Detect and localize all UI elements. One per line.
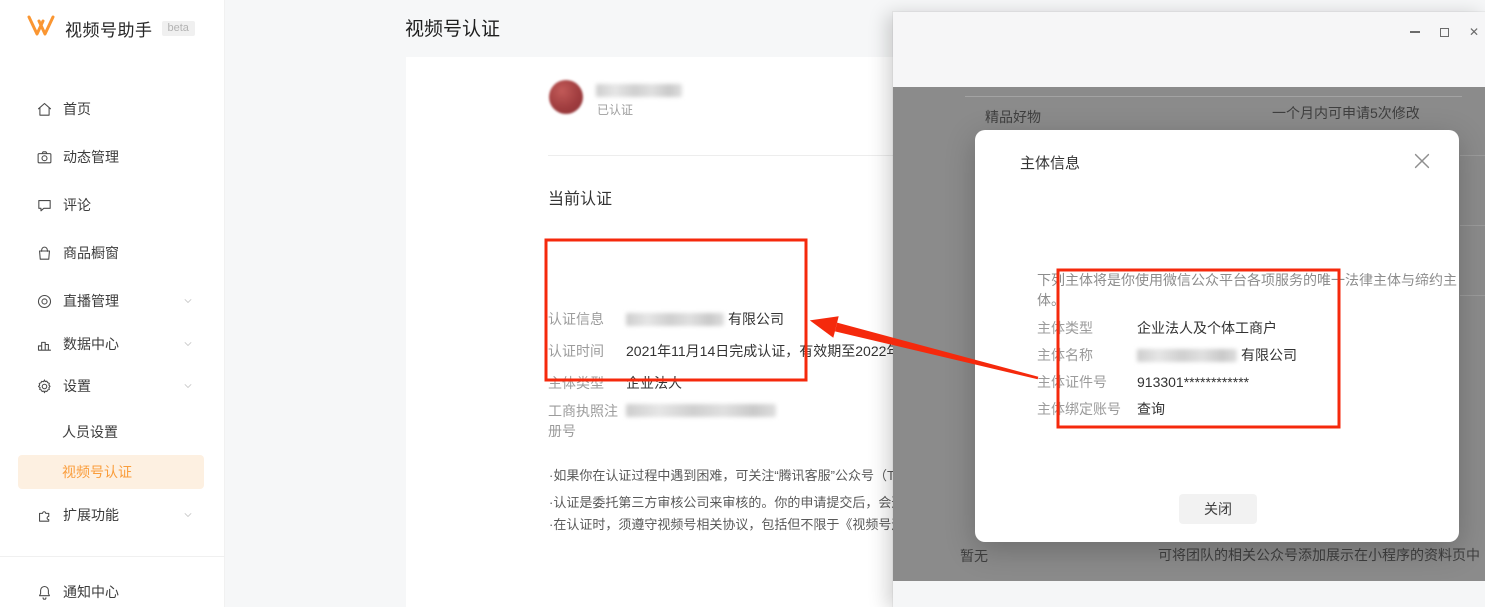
sidebar: 视频号助手 beta 首页 动态管理 评论 商品橱窗 直播管理 数据中心 设置 … [0, 0, 225, 607]
cert-info-row: 认证信息 有限公司 [548, 309, 626, 329]
close-icon[interactable] [1411, 150, 1433, 172]
field-label: 主体证件号 [1037, 372, 1137, 392]
sidebar-item-label: 动态管理 [63, 147, 119, 167]
sidebar-item-label: 扩展功能 [63, 505, 119, 525]
field-label: 主体绑定账号 [1037, 399, 1137, 419]
window-maximize-icon[interactable] [1440, 28, 1449, 37]
dialog-title: 主体信息 [1020, 152, 1080, 173]
bell-icon [36, 584, 53, 601]
sidebar-subitem-label: 人员设置 [62, 422, 118, 442]
redacted-value [626, 404, 776, 417]
row-label: 工商执照注册号 [548, 401, 626, 441]
sidebar-item-live[interactable]: 直播管理 [36, 289, 194, 313]
sidebar-item-comments[interactable]: 评论 [36, 193, 194, 217]
page-title: 视频号认证 [405, 14, 500, 41]
sidebar-item-label: 通知中心 [63, 582, 119, 602]
field-value: 企业法人及个体工商户 [1137, 318, 1277, 338]
field-value: 913301************ [1137, 372, 1249, 392]
live-icon [36, 293, 53, 310]
sidebar-item-label: 商品橱窗 [63, 243, 119, 263]
account-name-redacted [596, 84, 682, 97]
dim-row-line [1460, 225, 1485, 226]
bar-chart-icon [36, 336, 53, 353]
sidebar-item-shop-window[interactable]: 商品橱窗 [36, 241, 194, 265]
redacted-value [1137, 349, 1237, 362]
section-title: 当前认证 [548, 185, 612, 209]
dim-row-line [1460, 155, 1485, 156]
shopping-bag-icon [36, 245, 53, 262]
sidebar-item-label: 首页 [63, 99, 91, 119]
sidebar-subitem-label: 视频号认证 [62, 462, 132, 482]
dialog-close-button[interactable]: 关闭 [1179, 494, 1257, 524]
overlay-app-window: ✕ 精品好物 一个月内可申请5次修改 暂无 可将团队的相关公众号添加展示在小程序… [893, 12, 1485, 607]
field-value-suffix: 有限公司 [1241, 345, 1297, 365]
app-logo-row: 视频号助手 beta [26, 13, 195, 44]
sidebar-item-data-center[interactable]: 数据中心 [36, 332, 194, 356]
row-label: 主体类型 [548, 373, 626, 393]
row-value: 企业法人 [626, 373, 682, 393]
dialog-subject-name-row: 主体名称 有限公司 [1037, 345, 1297, 365]
window-bottom-strip [893, 581, 1485, 607]
row-value-suffix: 有限公司 [728, 309, 784, 329]
puzzle-icon [36, 507, 53, 524]
dim-text-none: 暂无 [960, 546, 988, 566]
dim-text-featured: 精品好物 [985, 107, 1041, 127]
dialog-subject-id-row: 主体证件号 913301************ [1037, 372, 1249, 392]
window-close-icon[interactable]: ✕ [1469, 26, 1479, 38]
channels-logo-icon [26, 13, 56, 44]
sidebar-divider [0, 556, 225, 557]
status-badge: 已认证 [597, 101, 633, 118]
license-number-row: 工商执照注册号 [548, 401, 626, 441]
field-label: 主体名称 [1037, 345, 1137, 365]
dim-divider [965, 96, 1462, 97]
chevron-down-icon [182, 295, 194, 307]
query-link[interactable]: 查询 [1137, 399, 1165, 419]
subject-type-row: 主体类型 企业法人 [548, 373, 626, 393]
field-label: 主体类型 [1037, 318, 1137, 338]
chevron-down-icon [182, 380, 194, 392]
beta-badge: beta [162, 21, 195, 36]
gear-icon [36, 378, 53, 395]
app-title: 视频号助手 [65, 16, 153, 41]
sidebar-item-label: 直播管理 [63, 291, 119, 311]
dialog-bound-account-row: 主体绑定账号 查询 [1037, 399, 1165, 419]
row-label: 认证信息 [548, 309, 626, 329]
home-icon [36, 101, 53, 118]
dim-text-modify-limit: 一个月内可申请5次修改 [1272, 103, 1420, 123]
sidebar-item-notifications[interactable]: 通知中心 [36, 580, 194, 604]
sidebar-item-label: 数据中心 [63, 334, 119, 354]
chevron-down-icon [182, 338, 194, 350]
note-line: ·如果你在认证过程中遇到困难，可关注“腾讯客服”公众号（Tencent_ [549, 465, 940, 484]
sidebar-item-extensions[interactable]: 扩展功能 [36, 503, 194, 527]
comment-icon [36, 197, 53, 214]
chevron-down-icon [182, 509, 194, 521]
sidebar-item-channels-verification[interactable]: 视频号认证 [18, 455, 204, 489]
window-controls: ✕ [1410, 26, 1479, 38]
avatar [549, 80, 583, 114]
sidebar-item-moments[interactable]: 动态管理 [36, 145, 194, 169]
cert-time-row: 认证时间 2021年11月14日完成认证，有效期至2022年06月11日 [548, 341, 626, 361]
sidebar-item-home[interactable]: 首页 [36, 97, 194, 121]
sidebar-item-label: 设置 [63, 376, 91, 396]
dialog-subject-type-row: 主体类型 企业法人及个体工商户 [1037, 318, 1277, 338]
subject-info-dialog: 主体信息 下列主体将是你使用微信公众平台各项服务的唯一法律主体与缔约主体。 主体… [975, 130, 1459, 542]
dialog-description: 下列主体将是你使用微信公众平台各项服务的唯一法律主体与缔约主体。 [1037, 270, 1459, 310]
camera-icon [36, 149, 53, 166]
row-label: 认证时间 [548, 341, 626, 361]
dim-text-miniprogram-hint: 可将团队的相关公众号添加展示在小程序的资料页中 [1158, 545, 1480, 565]
dim-row-line [1460, 295, 1485, 296]
sidebar-item-staff-settings[interactable]: 人员设置 [62, 420, 118, 444]
redacted-value [626, 313, 724, 326]
sidebar-item-label: 评论 [63, 195, 91, 215]
sidebar-item-settings[interactable]: 设置 [36, 374, 194, 398]
window-minimize-icon[interactable] [1410, 31, 1420, 33]
